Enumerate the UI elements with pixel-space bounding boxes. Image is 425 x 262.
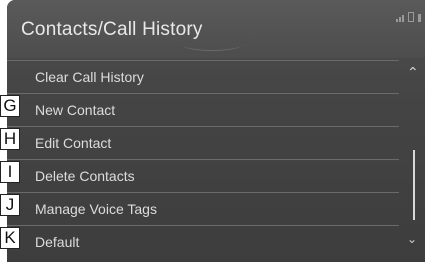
chevron-down-icon[interactable]: ⌄ <box>407 232 417 246</box>
status-indicators <box>396 12 421 22</box>
scroll-thumb[interactable] <box>413 150 415 220</box>
menu-item-clear-call-history[interactable]: Clear Call History <box>7 60 399 94</box>
menu-item-label: Delete Contacts <box>35 168 135 184</box>
menu-item-label: Clear Call History <box>35 69 144 85</box>
battery-icon <box>408 12 414 22</box>
menu-item-manage-voice-tags[interactable]: Manage Voice Tags <box>7 192 399 226</box>
marker-g: G <box>0 95 20 117</box>
header-bar: Contacts/Call History <box>7 0 425 58</box>
menu-item-label: Manage Voice Tags <box>35 201 157 217</box>
menu-item-edit-contact[interactable]: Edit Contact <box>7 126 399 160</box>
menu-item-label: Default <box>35 234 80 250</box>
menu-item-new-contact[interactable]: New Contact <box>7 93 399 127</box>
scrollbar[interactable]: ⌃ ⌄ <box>405 60 425 260</box>
menu-item-label: Edit Contact <box>35 135 112 151</box>
chevron-up-icon[interactable]: ⌃ <box>407 64 419 81</box>
display-screen: Contacts/Call History Clear Call History… <box>7 0 425 262</box>
marker-h: H <box>0 128 20 150</box>
title-decoration <box>182 38 242 51</box>
menu-item-delete-contacts[interactable]: Delete Contacts <box>7 159 399 193</box>
marker-i: I <box>0 161 20 183</box>
page-title: Contacts/Call History <box>21 19 203 40</box>
bluetooth-icon <box>418 14 421 22</box>
signal-strength-icon <box>396 15 404 22</box>
marker-k: K <box>0 227 20 249</box>
menu-item-default[interactable]: Default <box>7 225 399 259</box>
menu-item-label: New Contact <box>35 102 116 118</box>
marker-j: J <box>0 194 20 216</box>
